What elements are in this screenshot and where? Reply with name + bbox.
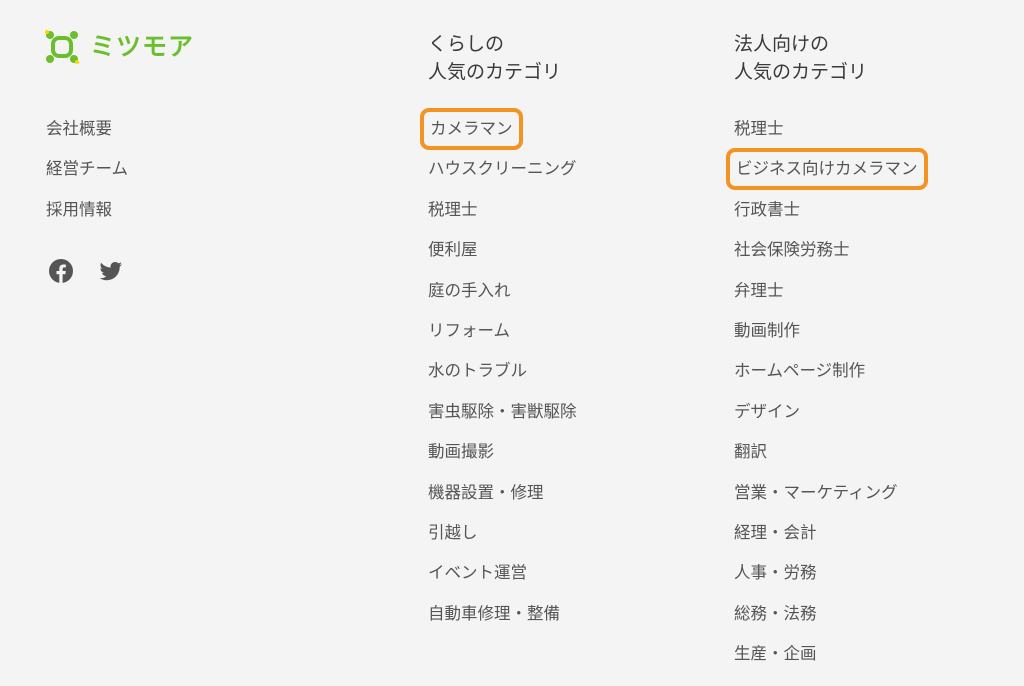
- list-item: 水のトラブル: [428, 358, 577, 398]
- company-overview-link[interactable]: 会社概要: [46, 116, 112, 142]
- category-link-equipment-install[interactable]: 機器設置・修理: [428, 480, 544, 506]
- list-item: ホームページ制作: [734, 358, 920, 398]
- category-link-general-legal[interactable]: 総務・法務: [734, 601, 817, 627]
- heading-line: 法人向けの: [734, 33, 830, 55]
- list-item: 動画制作: [734, 318, 920, 358]
- category-link-hr-labor[interactable]: 人事・労務: [734, 560, 817, 586]
- personal-categories-heading: くらしの 人気のカテゴリ: [428, 30, 577, 92]
- list-item: デザイン: [734, 399, 920, 439]
- heading-line: くらしの: [428, 33, 505, 55]
- list-item: リフォーム: [428, 318, 577, 358]
- logo-text: ミツモア: [90, 32, 195, 61]
- heading-line: 人気のカテゴリ: [734, 61, 868, 83]
- category-link-design[interactable]: デザイン: [734, 399, 800, 425]
- list-item: 社会保険労務士: [734, 237, 920, 277]
- list-item: 生産・企画: [734, 641, 920, 681]
- twitter-icon[interactable]: [98, 258, 124, 284]
- category-link-translation[interactable]: 翻訳: [734, 439, 767, 465]
- category-link-business-photographer[interactable]: ビジネス向けカメラマン: [726, 148, 928, 191]
- careers-link[interactable]: 採用情報: [46, 197, 112, 223]
- list-item: 採用情報: [46, 197, 128, 237]
- list-item: 庭の手入れ: [428, 278, 577, 318]
- category-link-accounting[interactable]: 経理・会計: [734, 520, 817, 546]
- category-link-moving[interactable]: 引越し: [428, 520, 478, 546]
- list-item: 動画撮影: [428, 439, 577, 479]
- list-item: 引越し: [428, 520, 577, 560]
- category-link-pest-control[interactable]: 害虫駆除・害獣駆除: [428, 399, 577, 425]
- list-item: 税理士: [734, 116, 920, 156]
- facebook-icon[interactable]: [48, 258, 74, 284]
- list-item: 便利屋: [428, 237, 577, 277]
- list-item: ハウスクリーニング: [428, 156, 577, 196]
- category-link-patent-attorney[interactable]: 弁理士: [734, 278, 784, 304]
- business-category-list: 税理士 ビジネス向けカメラマン 行政書士 社会保険労務士 弁理士 動画制作 ホー…: [726, 116, 928, 681]
- category-link-video-production[interactable]: 動画制作: [734, 318, 800, 344]
- list-item: 翻訳: [734, 439, 920, 479]
- category-link-production-planning[interactable]: 生産・企画: [734, 641, 817, 667]
- heading-line: 人気のカテゴリ: [428, 61, 562, 83]
- personal-category-list: カメラマン ハウスクリーニング 税理士 便利屋 庭の手入れ リフォーム 水のトラ…: [420, 108, 577, 641]
- list-item: 経理・会計: [734, 520, 920, 560]
- list-item: 総務・法務: [734, 601, 920, 641]
- list-item: 害虫駆除・害獣駆除: [428, 399, 577, 439]
- category-link-house-cleaning[interactable]: ハウスクリーニング: [428, 156, 577, 182]
- business-categories-heading: 法人向けの 人気のカテゴリ: [734, 30, 920, 92]
- social-links: [48, 258, 124, 284]
- category-link-car-repair[interactable]: 自動車修理・整備: [428, 601, 560, 627]
- mitsumore-logo-icon: [45, 30, 79, 64]
- list-item: 営業・マーケティング: [734, 480, 920, 520]
- list-item: ビジネス向けカメラマン: [726, 148, 928, 196]
- list-item: 機器設置・修理: [428, 480, 577, 520]
- company-links: 会社概要 経営チーム 採用情報: [46, 116, 128, 237]
- list-item: 自動車修理・整備: [428, 601, 577, 641]
- business-categories-column: 法人向けの 人気のカテゴリ 税理士 ビジネス向けカメラマン 行政書士 社会保険労…: [726, 30, 928, 681]
- category-link-administrative-scrivener[interactable]: 行政書士: [734, 197, 800, 223]
- personal-categories-column: くらしの 人気のカテゴリ カメラマン ハウスクリーニング 税理士 便利屋 庭の手…: [420, 30, 577, 641]
- category-link-tax-accountant[interactable]: 税理士: [428, 197, 478, 223]
- category-link-handyman[interactable]: 便利屋: [428, 237, 478, 263]
- list-item: 経営チーム: [46, 156, 128, 196]
- management-team-link[interactable]: 経営チーム: [46, 156, 128, 182]
- category-link-video-shooting[interactable]: 動画撮影: [428, 439, 494, 465]
- category-link-gardening[interactable]: 庭の手入れ: [428, 278, 511, 304]
- list-item: 弁理士: [734, 278, 920, 318]
- list-item: 人事・労務: [734, 560, 920, 600]
- category-link-tax-accountant[interactable]: 税理士: [734, 116, 784, 142]
- category-link-sales-marketing[interactable]: 営業・マーケティング: [734, 480, 898, 506]
- list-item: 会社概要: [46, 116, 128, 156]
- category-link-event[interactable]: イベント運営: [428, 560, 527, 586]
- category-link-water-trouble[interactable]: 水のトラブル: [428, 358, 527, 384]
- list-item: カメラマン: [420, 108, 577, 156]
- category-link-labor-consultant[interactable]: 社会保険労務士: [734, 237, 850, 263]
- site-logo[interactable]: ミツモア: [44, 30, 194, 64]
- list-item: 行政書士: [734, 197, 920, 237]
- list-item: イベント運営: [428, 560, 577, 600]
- category-link-renovation[interactable]: リフォーム: [428, 318, 510, 344]
- category-link-photographer[interactable]: カメラマン: [420, 108, 523, 150]
- category-link-web-production[interactable]: ホームページ制作: [734, 358, 865, 384]
- company-links-column: 会社概要 経営チーム 採用情報: [46, 116, 128, 237]
- list-item: 税理士: [428, 197, 577, 237]
